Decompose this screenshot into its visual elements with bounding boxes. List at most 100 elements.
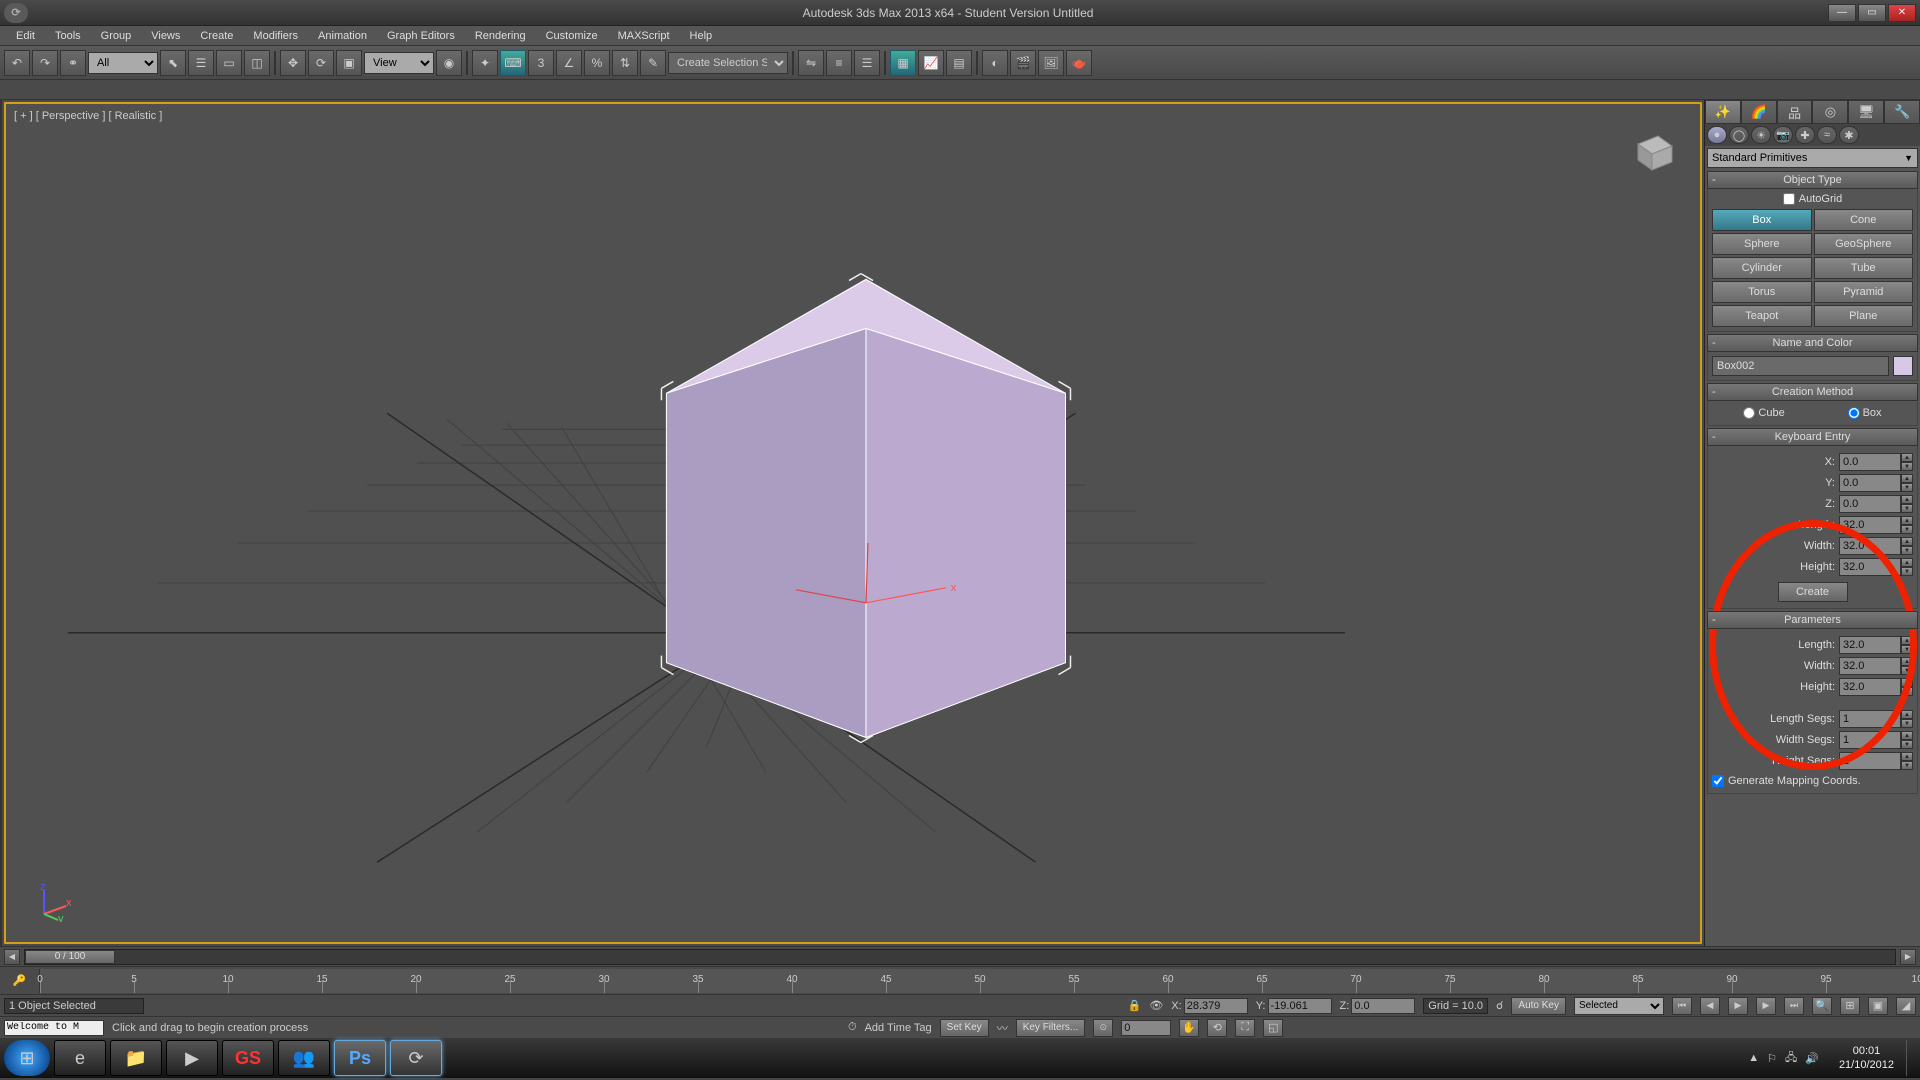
lock-icon[interactable]: 🔒 <box>1128 999 1142 1012</box>
snap-3d-button[interactable]: 3 <box>528 50 554 76</box>
goto-start-button[interactable]: ⏮ <box>1672 997 1692 1015</box>
teapot-type-button[interactable]: Teapot <box>1712 305 1812 327</box>
tray-volume-icon[interactable]: 🔊 <box>1805 1052 1819 1065</box>
timeslider-next[interactable]: ▶ <box>1900 949 1916 965</box>
param-lsegs-input[interactable] <box>1839 710 1901 728</box>
ke-z-input[interactable] <box>1839 495 1901 513</box>
percent-snap-button[interactable]: % <box>584 50 610 76</box>
taskbar-app1[interactable]: GS <box>222 1040 274 1076</box>
minimize-button[interactable]: — <box>1828 4 1856 22</box>
keyfilters-icon[interactable]: 〰 <box>997 1020 1008 1036</box>
param-wsegs-input[interactable] <box>1839 731 1901 749</box>
taskbar-mediaplayer[interactable]: ▶ <box>166 1040 218 1076</box>
lights-subtab[interactable]: ☀ <box>1751 126 1771 144</box>
render-setup-button[interactable]: 🎬 <box>1010 50 1036 76</box>
shapes-subtab[interactable]: ◯ <box>1729 126 1749 144</box>
app-icon[interactable]: ⟳ <box>4 3 28 23</box>
motion-tab[interactable]: ◎ <box>1812 100 1848 124</box>
angle-snap-button[interactable]: ∠ <box>556 50 582 76</box>
autogrid-checkbox[interactable] <box>1783 193 1795 205</box>
rotate-button[interactable]: ⟳ <box>308 50 334 76</box>
ref-coord-system[interactable]: View <box>364 52 434 74</box>
ke-height-down[interactable]: ▼ <box>1901 567 1913 576</box>
menu-tools[interactable]: Tools <box>47 28 89 44</box>
menu-modifiers[interactable]: Modifiers <box>245 28 306 44</box>
autokey-button[interactable]: Auto Key <box>1511 997 1566 1015</box>
tray-clock[interactable]: 00:01 21/10/2012 <box>1831 1044 1902 1072</box>
select-rect-button[interactable]: ▭ <box>216 50 242 76</box>
ke-length-up[interactable]: ▲ <box>1901 516 1913 525</box>
ke-x-input[interactable] <box>1839 453 1901 471</box>
setkey-button[interactable]: Set Key <box>940 1019 989 1037</box>
trackbar-ruler[interactable]: 0510152025303540455055606570758085909510… <box>40 969 1920 993</box>
taskbar-3dsmax[interactable]: ⟳ <box>390 1040 442 1076</box>
isolate-icon[interactable]: 👁 <box>1149 999 1163 1012</box>
param-hsegs-input[interactable] <box>1839 752 1901 770</box>
taskbar-app2[interactable]: 👥 <box>278 1040 330 1076</box>
play-button[interactable]: ▶ <box>1728 997 1748 1015</box>
cone-type-button[interactable]: Cone <box>1814 209 1914 231</box>
menu-edit[interactable]: Edit <box>8 28 43 44</box>
object-name-input[interactable] <box>1712 356 1889 376</box>
param-width-input[interactable] <box>1839 657 1901 675</box>
menu-create[interactable]: Create <box>192 28 241 44</box>
zoom-button[interactable]: 🔍 <box>1812 997 1832 1015</box>
named-selection-sets[interactable]: Create Selection Se <box>668 52 788 74</box>
move-button[interactable]: ✥ <box>280 50 306 76</box>
menu-views[interactable]: Views <box>143 28 188 44</box>
modify-tab[interactable]: 🌈 <box>1741 100 1777 124</box>
coord-z-input[interactable] <box>1351 998 1415 1014</box>
timeslider-track[interactable]: 0 / 100 <box>24 949 1896 965</box>
taskbar-explorer[interactable]: 📁 <box>110 1040 162 1076</box>
utilities-tab[interactable]: 🔧 <box>1884 100 1920 124</box>
perspective-viewport[interactable]: [ + ] [ Perspective ] [ Realistic ] <box>4 102 1702 944</box>
close-button[interactable]: ✕ <box>1888 4 1916 22</box>
material-editor-button[interactable]: ◐ <box>982 50 1008 76</box>
tray-up-icon[interactable]: ▲ <box>1748 1052 1759 1064</box>
spinner-snap-button[interactable]: ⇅ <box>612 50 638 76</box>
redo-button[interactable]: ↷ <box>32 50 58 76</box>
trackbar-config-icon[interactable]: 🔑 <box>0 969 40 993</box>
menu-animation[interactable]: Animation <box>310 28 375 44</box>
helpers-subtab[interactable]: ✚ <box>1795 126 1815 144</box>
prev-frame-button[interactable]: ◀ <box>1700 997 1720 1015</box>
system-tray[interactable]: ▲ ⚐ 🖧 🔊 <box>1740 1049 1827 1068</box>
object-type-header[interactable]: -Object Type <box>1707 171 1918 189</box>
keyboard-shortcut-override-button[interactable]: ⌨ <box>500 50 526 76</box>
ke-length-down[interactable]: ▼ <box>1901 525 1913 534</box>
view-cube[interactable] <box>1620 124 1680 174</box>
render-production-button[interactable]: 🫖 <box>1066 50 1092 76</box>
undo-button[interactable]: ↶ <box>4 50 30 76</box>
create-button[interactable]: Create <box>1778 582 1848 602</box>
param-height-input[interactable] <box>1839 678 1901 696</box>
orbit-button[interactable]: ⟲ <box>1207 1019 1227 1037</box>
start-button[interactable]: ⊞ <box>4 1040 50 1076</box>
fov-button[interactable]: ◢ <box>1896 997 1916 1015</box>
ke-z-up[interactable]: ▲ <box>1901 495 1913 504</box>
ke-height-input[interactable] <box>1839 558 1901 576</box>
selection-filter[interactable]: All <box>88 52 158 74</box>
cube-radio[interactable]: Cube <box>1743 407 1784 419</box>
spacewarps-subtab[interactable]: ≈ <box>1817 126 1837 144</box>
menu-customize[interactable]: Customize <box>538 28 606 44</box>
name-color-header[interactable]: -Name and Color <box>1707 334 1918 352</box>
menu-maxscript[interactable]: MAXScript <box>610 28 678 44</box>
geometry-subtab[interactable]: ● <box>1707 126 1727 144</box>
param-length-input[interactable] <box>1839 636 1901 654</box>
tray-network-icon[interactable]: 🖧 <box>1785 1049 1797 1068</box>
category-dropdown[interactable]: Standard Primitives ▼ <box>1707 148 1918 168</box>
schematic-view-button[interactable]: ▤ <box>946 50 972 76</box>
systems-subtab[interactable]: ✱ <box>1839 126 1859 144</box>
maximize-viewport-button[interactable]: ⛶ <box>1235 1019 1255 1037</box>
cylinder-type-button[interactable]: Cylinder <box>1712 257 1812 279</box>
taskbar-photoshop[interactable]: Ps <box>334 1040 386 1076</box>
sphere-type-button[interactable]: Sphere <box>1712 233 1812 255</box>
taskbar-ie[interactable]: e <box>54 1040 106 1076</box>
nav-extra-button[interactable]: ◱ <box>1263 1019 1283 1037</box>
tray-flag-icon[interactable]: ⚐ <box>1767 1052 1777 1065</box>
display-tab[interactable]: 🖥 <box>1848 100 1884 124</box>
box-radio[interactable]: Box <box>1848 407 1882 419</box>
torus-type-button[interactable]: Torus <box>1712 281 1812 303</box>
coord-y-input[interactable] <box>1268 998 1332 1014</box>
geosphere-type-button[interactable]: GeoSphere <box>1814 233 1914 255</box>
